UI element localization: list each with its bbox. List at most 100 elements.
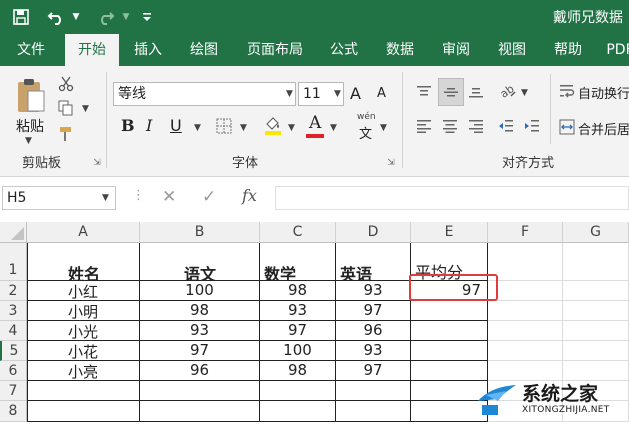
score-cell[interactable]: 98 [260,361,336,381]
font-size-dropdown-icon[interactable]: ▼ [334,89,341,99]
score-cell[interactable]: 96 [140,361,260,381]
name-box-dropdown-icon[interactable]: ▼ [102,193,109,203]
merge-center-icon[interactable] [558,118,576,136]
average-cell[interactable] [411,341,488,361]
empty-cell[interactable] [488,243,563,281]
italic-button[interactable]: I [146,116,152,135]
score-cell[interactable]: 93 [140,321,260,341]
empty-cell[interactable] [563,341,629,361]
header-cell-english[interactable]: 英语 [336,243,411,281]
empty-cell[interactable] [488,301,563,321]
score-cell[interactable]: 100 [140,281,260,301]
paste-dropdown-icon[interactable]: ▼ [25,136,32,146]
empty-cell[interactable] [488,281,563,301]
score-cell[interactable]: 98 [140,301,260,321]
column-header-c[interactable]: C [260,222,336,243]
fill-color-icon[interactable] [262,114,284,136]
borders-icon[interactable] [213,116,235,136]
tab-pdf[interactable]: PDF [600,34,629,66]
wrap-text-button[interactable]: 自动换行 [578,83,629,102]
bold-button[interactable]: B [121,116,135,135]
enter-icon[interactable]: ✓ [202,187,216,207]
name-box[interactable]: H5 [2,186,116,210]
fill-color-dropdown-icon[interactable]: ▼ [288,123,295,133]
tab-view[interactable]: 视图 [488,34,536,66]
font-launcher-icon[interactable]: ⇲ [386,158,396,168]
cut-icon[interactable] [56,74,76,94]
formula-input[interactable] [275,186,629,210]
font-color-dropdown-icon[interactable]: ▼ [330,123,337,133]
average-cell[interactable] [411,301,488,321]
cancel-icon[interactable]: ✕ [162,187,176,207]
score-cell[interactable]: 93 [260,301,336,321]
row-header-1[interactable]: 1 [0,243,27,281]
undo-icon[interactable] [44,0,68,34]
column-header-d[interactable]: D [336,222,411,243]
tab-page-layout[interactable]: 页面布局 [240,34,310,66]
copy-icon[interactable] [56,98,76,118]
align-center-icon[interactable] [440,116,460,136]
row-header-6[interactable]: 6 [0,361,27,381]
paste-icon[interactable] [14,76,48,116]
row-header-5[interactable]: 5 [0,341,27,361]
tab-help[interactable]: 帮助 [544,34,592,66]
empty-cell[interactable] [336,381,411,401]
score-cell[interactable]: 100 [260,341,336,361]
column-header-b[interactable]: B [140,222,260,243]
customize-quick-access-icon[interactable] [138,0,156,34]
name-cell[interactable]: 小红 [27,281,140,301]
align-top-icon[interactable] [414,82,434,102]
tab-home[interactable]: 开始 [65,34,119,66]
score-cell[interactable]: 93 [336,281,411,301]
empty-cell[interactable] [336,401,411,422]
clipboard-launcher-icon[interactable]: ⇲ [92,158,102,168]
shrink-font-icon[interactable]: A [377,86,386,101]
score-cell[interactable]: 97 [336,361,411,381]
underline-dropdown-icon[interactable]: ▼ [194,123,201,133]
score-cell[interactable]: 96 [336,321,411,341]
phonetic-guide-icon[interactable]: 文 [359,123,372,142]
header-cell-chinese[interactable]: 语文 [140,243,260,281]
score-cell[interactable]: 97 [260,321,336,341]
wrap-text-icon[interactable] [558,82,576,100]
empty-cell[interactable] [27,401,140,422]
empty-cell[interactable] [563,321,629,341]
empty-cell[interactable] [140,401,260,422]
align-right-icon[interactable] [466,116,486,136]
paste-label[interactable]: 粘贴 [16,116,44,136]
copy-dropdown-icon[interactable]: ▼ [82,104,89,114]
tab-draw[interactable]: 绘图 [180,34,228,66]
align-left-icon[interactable] [414,116,434,136]
row-header-2[interactable]: 2 [0,281,27,301]
name-cell[interactable]: 小花 [27,341,140,361]
font-name-input[interactable]: 等线 [113,82,296,106]
header-cell-math[interactable]: 数学 [260,243,336,281]
row-header-7[interactable]: 7 [0,381,27,401]
empty-cell[interactable] [27,381,140,401]
insert-function-button[interactable]: fx [242,186,257,205]
format-painter-icon[interactable] [56,124,76,144]
redo-icon[interactable] [94,0,118,34]
select-all-corner[interactable] [0,222,27,243]
increase-indent-icon[interactable] [522,116,542,136]
undo-dropdown-icon[interactable]: ▼ [70,0,82,34]
font-color-button[interactable]: A [309,113,321,133]
orientation-dropdown-icon[interactable]: ▼ [521,88,528,98]
score-cell[interactable]: 97 [336,301,411,321]
align-bottom-icon[interactable] [466,82,486,102]
row-header-8[interactable]: 8 [0,401,27,422]
align-middle-icon[interactable] [438,78,464,106]
borders-dropdown-icon[interactable]: ▼ [240,123,247,133]
tab-insert[interactable]: 插入 [124,34,172,66]
name-cell[interactable]: 小光 [27,321,140,341]
save-icon[interactable] [8,0,34,34]
empty-cell[interactable] [563,281,629,301]
name-cell[interactable]: 小明 [27,301,140,321]
empty-cell[interactable] [488,341,563,361]
empty-cell[interactable] [563,243,629,281]
score-cell[interactable]: 98 [260,281,336,301]
average-cell[interactable] [411,321,488,341]
underline-button[interactable]: U [170,116,182,135]
grow-font-icon[interactable]: A [350,84,361,103]
row-header-4[interactable]: 4 [0,321,27,341]
